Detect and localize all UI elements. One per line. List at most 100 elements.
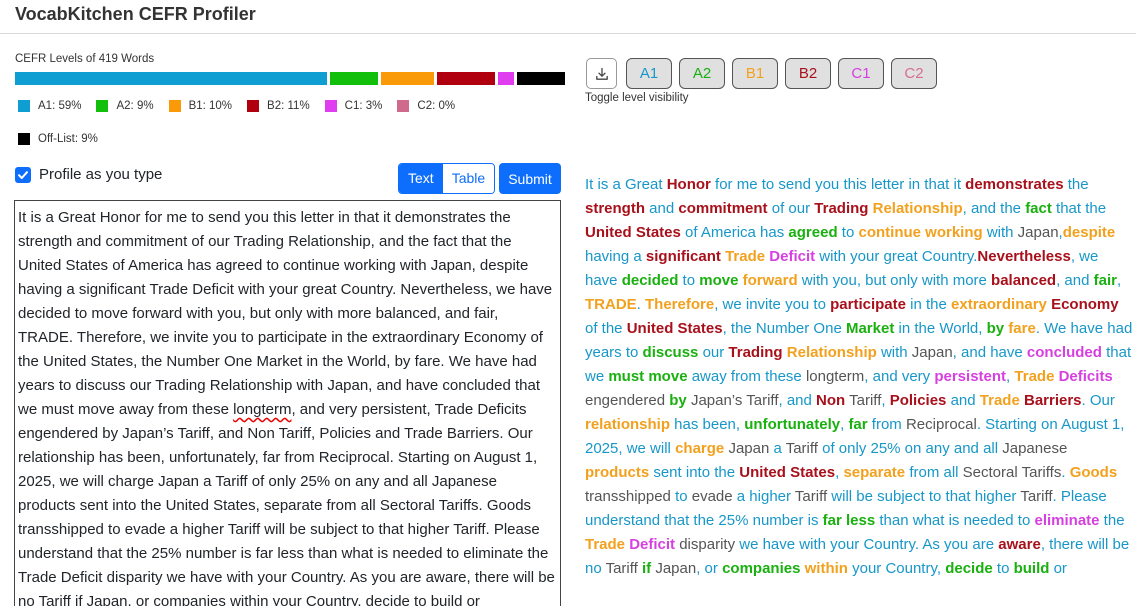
profiled-word-a1: our: [698, 344, 729, 361]
profiled-word-b2: demonstrates: [965, 176, 1064, 193]
profiled-word-a1: , there will be: [1040, 536, 1130, 553]
profiled-word-off: Tariff: [1020, 488, 1053, 505]
profiled-word-a1: with: [982, 224, 1018, 241]
profiled-word-a1: sent into: [649, 464, 711, 481]
profiled-word-a1: and: [645, 200, 679, 217]
profiled-word-b1: continue working: [858, 224, 983, 241]
toggle-level-c2-button[interactable]: C2: [891, 58, 937, 89]
profiled-word-a2: Market: [845, 320, 895, 337]
cefr-legend-row: Off-List: 9%: [18, 133, 113, 145]
profiled-word-a1: has been,: [670, 416, 741, 433]
toggle-level-a1-button[interactable]: A1: [626, 58, 672, 89]
profiled-word-off: Japan: [911, 344, 953, 361]
profiled-word-a2: move: [699, 272, 739, 289]
profiled-word-off: Tariff: [605, 560, 638, 577]
profiled-word-b2: United States: [739, 464, 836, 481]
cefr-caption: CEFR Levels of 419 Words: [15, 53, 155, 65]
text-view-button[interactable]: Text: [399, 164, 443, 193]
profiled-word-a2: discuss: [642, 344, 699, 361]
legend-swatch: [397, 100, 410, 112]
download-button[interactable]: [586, 58, 617, 89]
profiled-text-output: It is a Great Honor for me to send you t…: [585, 173, 1135, 581]
toggle-level-c1-button[interactable]: C1: [838, 58, 884, 89]
profiled-word-a1: with you, but only with: [797, 272, 953, 289]
profiled-word-b2: strength: [585, 200, 645, 217]
editor-text-continued: , and very persistent, Trade Deficits en…: [18, 401, 555, 606]
profiled-word-a1: to: [678, 272, 700, 289]
legend-swatch: [168, 100, 181, 112]
profiled-word-b2: Policies: [889, 392, 947, 409]
profiled-word-b1: extraordinary: [951, 296, 1047, 313]
profiled-word-off: Japan: [1017, 224, 1059, 241]
profile-as-you-type-checkbox[interactable]: [15, 167, 31, 183]
table-view-button[interactable]: Table: [442, 164, 495, 193]
legend-swatch: [324, 100, 337, 112]
cefr-bar-segment-off: [517, 72, 565, 85]
profiled-word-a1: from all: [905, 464, 963, 481]
profiled-word-b2: United States: [585, 224, 681, 241]
profiled-word-a1: the: [1063, 176, 1089, 193]
toggle-level-b2-button[interactable]: B2: [785, 58, 831, 89]
submit-button[interactable]: Submit: [499, 163, 561, 194]
profiled-word-a1: or: [1049, 560, 1067, 577]
profiled-word-a1: the: [710, 464, 740, 481]
cefr-bar-segment-a2: [330, 72, 378, 85]
profiled-word-a2: by: [669, 392, 687, 409]
profiled-word-a1: , and the: [962, 200, 1026, 217]
cefr-distribution-bar: [15, 72, 567, 85]
profiled-word-off: Japan: [728, 440, 770, 457]
profiled-word-off: Tariff: [794, 488, 828, 505]
profiled-word-a1: .: [1061, 464, 1070, 481]
toggle-level-visibility-caption: Toggle level visibility: [585, 92, 689, 104]
profiled-word-a1: , and very: [864, 368, 935, 385]
profiled-word-a1: having a: [585, 248, 646, 265]
profiled-word-a1: and: [946, 392, 980, 409]
download-icon: [595, 67, 608, 80]
profiled-word-off: longterm: [805, 368, 865, 385]
profiled-word-a1: with: [876, 344, 912, 361]
toggle-level-a2-button[interactable]: A2: [679, 58, 725, 89]
profiled-word-a1: the: [1099, 512, 1125, 529]
profiled-word-b1: fare: [1008, 320, 1036, 337]
profiled-word-b1: Trade: [979, 392, 1020, 409]
profiled-word-a1: for me to send you this letter in that i…: [710, 176, 966, 193]
profiled-word-a1: with your great Country.: [815, 248, 978, 265]
profiled-word-b1: Trade: [725, 248, 766, 265]
legend-item-a1: A1: 59%: [18, 100, 81, 112]
profiled-word-a2: decided: [621, 272, 679, 289]
profiled-word-a1: , we invite you to: [714, 296, 831, 313]
profiled-word-a1: the: [925, 296, 952, 313]
profiled-word-a1: , the Number One: [722, 320, 846, 337]
profiled-word-b2: United States: [626, 320, 723, 337]
profiled-word-b1: separate: [843, 464, 906, 481]
profile-as-you-type-label[interactable]: Profile as you type: [39, 166, 162, 183]
cefr-bar-segment-b1: [381, 72, 434, 85]
profiled-word-off: evade: [691, 488, 733, 505]
profiled-word-a2: by: [986, 320, 1005, 337]
toggle-level-b1-button[interactable]: B1: [732, 58, 778, 89]
profiled-word-b2: commitment: [678, 200, 768, 217]
profiled-word-a1: .: [636, 296, 646, 313]
profiled-word-a1: , and have: [952, 344, 1027, 361]
misspelled-word: longterm: [233, 401, 292, 418]
profiled-word-c1: eliminate: [1034, 512, 1100, 529]
app-title: VocabKitchen CEFR Profiler: [15, 4, 256, 24]
legend-swatch: [247, 100, 260, 112]
cefr-legend-row: A1: 59% A2: 9% B1: 10% B2: 11% C1: 3% C2: 0%: [18, 100, 470, 112]
profiled-word-b1: within: [804, 560, 848, 577]
text-input-area[interactable]: It is a Great Honor for me to send you t…: [14, 200, 561, 606]
profiled-word-a2: must move: [608, 368, 688, 385]
profiled-word-a1: and: [782, 392, 817, 409]
profiled-word-a2: unfortunately: [744, 416, 841, 433]
legend-label: A1: 59%: [38, 100, 82, 112]
profiled-word-b2: Nevertheless: [977, 248, 1071, 265]
profiled-word-a1: of the: [585, 320, 627, 337]
profiled-word-a1: we have with your Country. As you are: [735, 536, 999, 553]
profiled-word-c1: Deficit: [629, 536, 676, 553]
profiled-word-a1: a: [769, 440, 786, 457]
profiled-word-off: engendered: [585, 392, 670, 409]
profiled-word-a1: a higher: [732, 488, 795, 505]
profiled-word-a1: no: [585, 560, 606, 577]
profiled-word-off: Japanese: [1002, 440, 1068, 457]
legend-label: C2: 0%: [417, 100, 456, 112]
